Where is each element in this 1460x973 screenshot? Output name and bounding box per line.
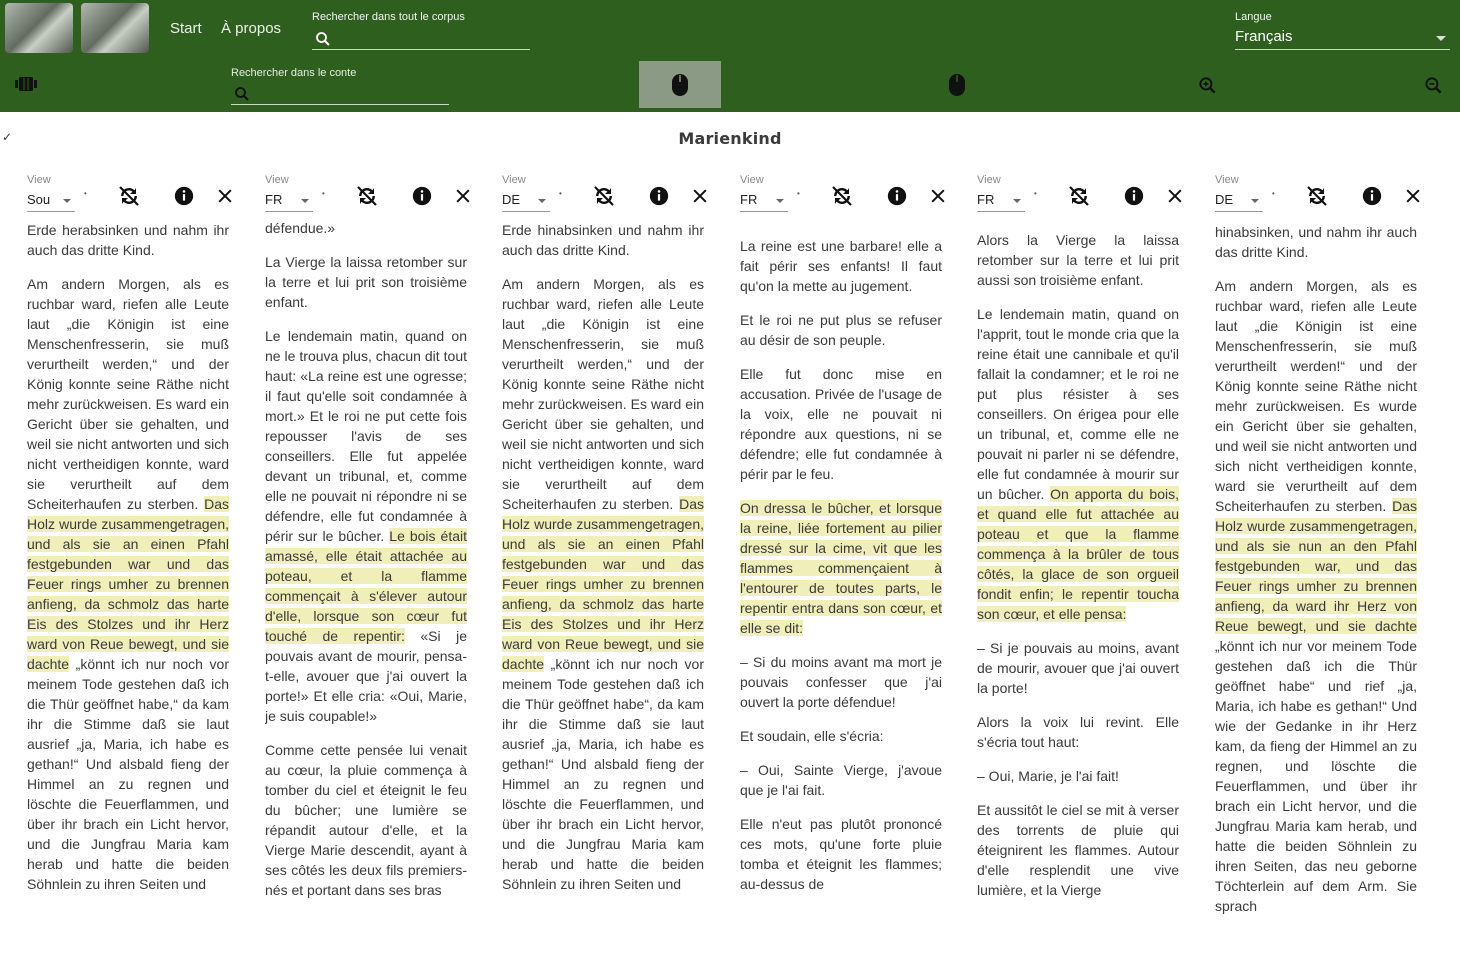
chevron-down-icon	[1251, 199, 1259, 203]
tale-text-content: Alors la Vierge la laissa retomber sur l…	[977, 232, 1179, 898]
tale-text: défendue.» La Vierge la laissa retomber s…	[265, 220, 467, 973]
view-label: View	[502, 174, 526, 186]
info-icon[interactable]	[1123, 185, 1147, 209]
info-icon[interactable]	[173, 185, 197, 209]
close-icon[interactable]	[215, 186, 239, 210]
view-language-select[interactable]: Sou	[27, 192, 75, 212]
view-language-select[interactable]: FR	[265, 192, 313, 212]
close-icon[interactable]	[928, 186, 952, 210]
tale-text: sie die Jungfrau wieder zur Erde hinabsi…	[1215, 220, 1417, 973]
close-icon[interactable]	[453, 186, 477, 210]
sync-off-icon[interactable]	[1067, 184, 1091, 208]
info-icon[interactable]	[648, 185, 672, 209]
app-header: Start À propos Rechercher dans tout le c…	[0, 0, 1460, 57]
language-select[interactable]: Français	[1235, 28, 1450, 50]
zoom-out-icon[interactable]	[1424, 76, 1443, 95]
zoom-in-icon[interactable]	[1198, 76, 1217, 95]
view-language-select[interactable]: DE	[502, 192, 550, 212]
tale-text-content: Erde hinabsinken und nahm ihr auch das d…	[502, 222, 704, 892]
text-column-6: View DE • sie die Jungfrau wieder zur Erde …	[1215, 170, 1425, 973]
separator-dot: •	[1034, 189, 1037, 198]
text-column-1: View Sou • Erde herabsinken und nahm ihr au…	[27, 170, 237, 973]
view-language-select[interactable]: FR	[740, 192, 788, 212]
tale-text: Erde herabsinken und nahm ihr auch das d…	[27, 220, 229, 973]
tale-text-content: défendue.» La Vierge la laissa retomber s…	[265, 220, 467, 898]
logo-portrait-right[interactable]	[81, 3, 149, 53]
language-label: Langue	[1235, 11, 1272, 23]
view-language-value: DE	[502, 192, 521, 207]
view-label: View	[977, 174, 1001, 186]
page-title: Marienkind	[678, 129, 782, 148]
view-language-value: FR	[740, 192, 758, 207]
columns-layout-icon[interactable]	[15, 76, 37, 92]
text-column-4: View FR • d'une voix unanime:La reine est u…	[740, 170, 950, 973]
info-icon[interactable]	[886, 185, 910, 209]
chevron-down-icon	[776, 199, 784, 203]
tale-text: d'une voix unanime:La reine est une barb…	[740, 220, 942, 973]
search-icon	[235, 87, 249, 101]
text-column-5: View FR • Alors la Vierge la laissa retombe…	[977, 170, 1187, 973]
info-icon[interactable]	[411, 185, 435, 209]
sync-off-icon[interactable]	[592, 184, 616, 208]
view-language-select[interactable]: FR	[977, 192, 1025, 212]
view-label: View	[740, 174, 764, 186]
global-search-input[interactable]	[312, 28, 530, 50]
close-icon[interactable]	[690, 186, 714, 210]
nav-start-link[interactable]: Start	[170, 20, 202, 37]
language-value: Français	[1235, 28, 1293, 45]
tale-search-label: Rechercher dans le conte	[231, 67, 357, 79]
global-search-label: Rechercher dans tout le corpus	[312, 11, 465, 23]
separator-dot: •	[797, 189, 800, 198]
scroll-sync-toggle-active[interactable]	[639, 61, 721, 108]
view-language-select[interactable]: DE	[1215, 192, 1263, 212]
tale-search-input[interactable]	[231, 83, 449, 105]
tale-text-content: Erde herabsinken und nahm ihr auch das d…	[27, 222, 229, 892]
tale-text-content: d'une voix unanime:La reine est une barb…	[740, 238, 942, 892]
separator-dot: •	[84, 189, 87, 198]
close-icon[interactable]	[1165, 186, 1189, 210]
text-column-2: View FR • défendue.» La Vierge la laissa ret…	[265, 170, 475, 973]
chevron-down-icon	[1436, 36, 1446, 41]
chevron-down-icon	[1013, 199, 1021, 203]
view-language-value: FR	[265, 192, 283, 207]
tale-text-content: sie die Jungfrau wieder zur Erde hinabsi…	[1215, 224, 1417, 914]
view-label: View	[27, 174, 51, 186]
sync-off-icon[interactable]	[355, 184, 379, 208]
sync-off-icon[interactable]	[1305, 184, 1329, 208]
mouse-icon	[672, 74, 688, 96]
chevron-down-icon	[301, 199, 309, 203]
view-label: View	[1215, 174, 1239, 186]
view-label: View	[265, 174, 289, 186]
separator-dot: •	[1272, 189, 1275, 198]
view-language-value: FR	[977, 192, 995, 207]
chevron-down-icon	[538, 199, 546, 203]
mouse-icon[interactable]	[948, 73, 966, 97]
logo-portrait-left[interactable]	[5, 3, 73, 53]
sync-off-icon[interactable]	[117, 184, 141, 208]
close-icon[interactable]	[1403, 186, 1427, 210]
separator-dot: •	[559, 189, 562, 198]
view-language-value: DE	[1215, 192, 1234, 207]
nav-about-link[interactable]: À propos	[221, 20, 281, 37]
view-language-value: Sou	[27, 192, 51, 207]
sync-off-icon[interactable]	[830, 184, 854, 208]
reader-toolbar: Rechercher dans le conte	[0, 57, 1460, 112]
tale-text: Alors la Vierge la laissa retomber sur l…	[977, 220, 1179, 973]
separator-dot: •	[322, 189, 325, 198]
tale-text: Erde hinabsinken und nahm ihr auch das d…	[502, 220, 704, 973]
info-icon[interactable]	[1361, 185, 1385, 209]
search-icon	[316, 32, 330, 46]
chevron-down-icon	[63, 199, 71, 203]
text-column-3: View DE • Erde hinabsinken und nahm ihr auc…	[502, 170, 712, 973]
